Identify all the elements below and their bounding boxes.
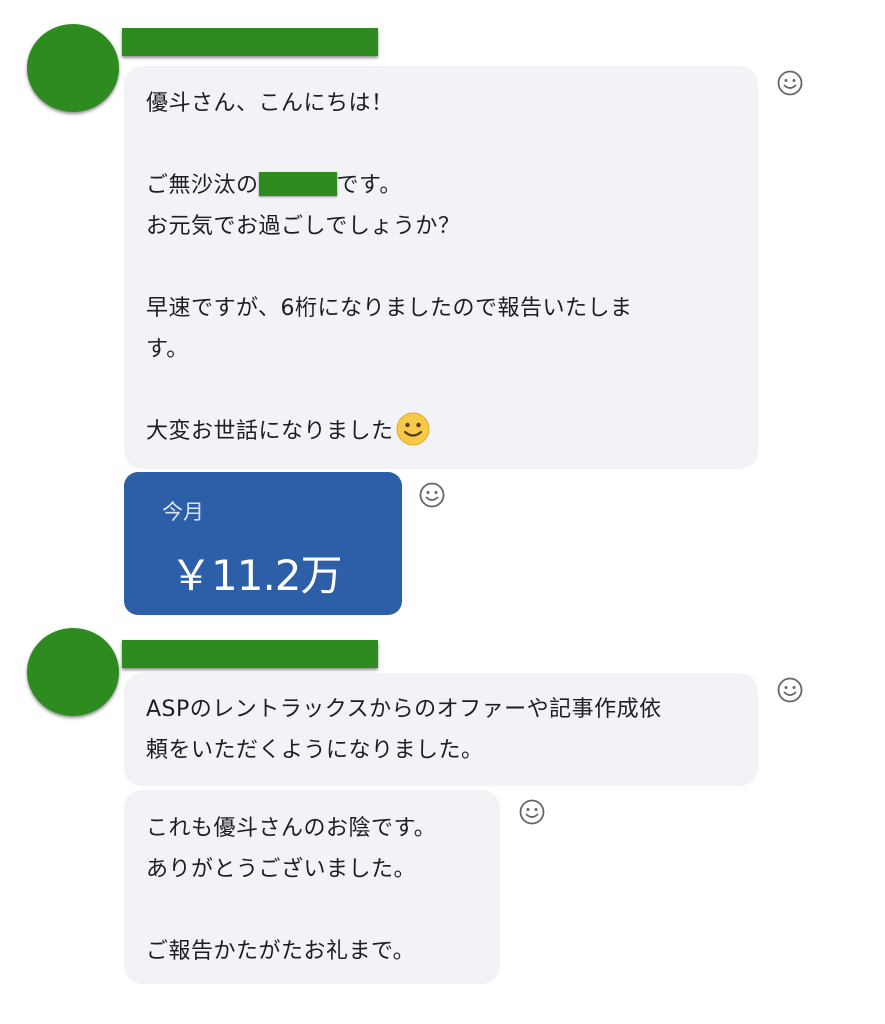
message-line: お元気でお過ごしでしょうか？ [146, 214, 461, 239]
message-line: 頼をいただくようになりました。 [146, 738, 484, 763]
add-reaction-icon[interactable] [776, 676, 804, 704]
message-line: 優斗さん、こんにちは！ [146, 91, 394, 116]
message-bubble: ASPのレントラックスからのオファーや記事作成依 頼をいただくようになりました。 [124, 673, 758, 786]
message-line: ありがとうございました。 [146, 857, 417, 882]
sender-avatar[interactable] [27, 24, 119, 112]
sender-name-redacted[interactable] [122, 28, 378, 56]
add-reaction-icon[interactable] [776, 69, 804, 97]
revenue-amount: ￥11.2万 [170, 551, 343, 600]
message-line: ご無沙汰の です。 [146, 165, 736, 206]
message-text: 大変お世話になりました [146, 419, 394, 444]
message-line: す。 [146, 337, 189, 362]
message-line-blank [146, 370, 736, 411]
message-line-blank [146, 890, 478, 931]
message-bubble: 優斗さん、こんにちは！ ご無沙汰の です。 お元気でお過ごしでしょうか？ 早速です… [124, 66, 758, 469]
sender-name-redacted[interactable] [122, 640, 378, 668]
revenue-card-image[interactable]: 今月 ￥11.2万 [124, 472, 402, 615]
message-line: 早速ですが、6桁になりましたので報告いたしま [146, 296, 633, 321]
message-line: ASPのレントラックスからのオファーや記事作成依 [146, 697, 662, 722]
message-line: これも優斗さんのお陰です。 [146, 816, 437, 841]
message-bubble: これも優斗さんのお陰です。 ありがとうございました。 ご報告かたがたお礼まで。 [124, 790, 500, 984]
message-text: です。 [336, 173, 402, 198]
redacted-name-inline [258, 172, 337, 196]
message-text: ご無沙汰の [146, 173, 259, 198]
message-line: 大変お世話になりました [146, 411, 736, 452]
sender-avatar[interactable] [27, 628, 119, 716]
message-line-blank [146, 247, 736, 288]
message-line: ご報告かたがたお礼まで。 [146, 939, 416, 964]
revenue-period-label: 今月 [162, 500, 204, 524]
add-reaction-icon[interactable] [418, 481, 446, 509]
add-reaction-icon[interactable] [518, 798, 546, 826]
message-line-blank [146, 124, 736, 165]
smiling-face-emoji-icon [396, 412, 430, 446]
